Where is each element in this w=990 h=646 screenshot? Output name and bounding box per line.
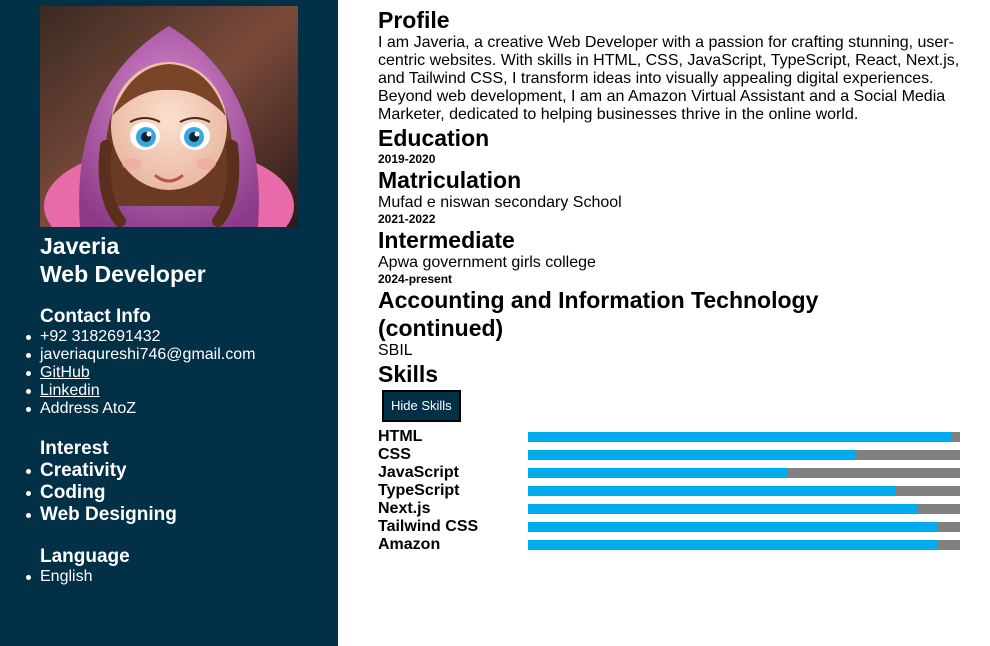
skill-bar-fill (528, 486, 896, 496)
contact-github: GitHub (25, 364, 255, 382)
profile-avatar (40, 6, 298, 227)
interest-item: Coding (26, 482, 177, 504)
skill-bar-fill (528, 432, 952, 442)
skill-name: Amazon (378, 536, 441, 553)
hide-skills-button[interactable]: Hide Skills (382, 390, 461, 422)
interest-list: Creativity Coding Web Designing (26, 460, 177, 526)
contact-linkedin: Linkedin (25, 382, 255, 400)
skill-bar-fill (528, 504, 917, 514)
education-school: Apwa government girls college (378, 254, 596, 271)
education-degree: Accounting and Information Technology (c… (378, 287, 819, 341)
contact-address: Address AtoZ (25, 400, 255, 418)
education-degree: Intermediate (378, 227, 515, 253)
profile-role: Web Developer (40, 261, 206, 287)
sidebar: Javeria Web Developer Contact Info +92 3… (0, 0, 338, 646)
skill-bar-track (528, 540, 960, 550)
skill-bar-track (528, 522, 960, 532)
education-years: 2024-present (378, 272, 453, 286)
education-school: SBIL (378, 342, 413, 359)
skill-bar-track (528, 432, 960, 442)
profile-text: I am Javeria, a creative Web Developer w… (378, 34, 960, 123)
profile-name: Javeria (40, 233, 120, 259)
interest-item: Web Designing (26, 504, 177, 525)
profile-heading: Profile (378, 7, 450, 33)
skill-row: Amazon (378, 536, 963, 554)
contact-phone: +92 3182691432 (25, 328, 255, 346)
skill-bar-track (528, 468, 960, 478)
interest-section: Interest Creativity Coding Web Designing (26, 438, 177, 526)
interest-item: Creativity (26, 460, 177, 482)
education-years: 2021-2022 (378, 212, 436, 226)
education-degree: Matriculation (378, 167, 522, 193)
interest-title: Interest (40, 438, 109, 459)
skill-bar-fill (528, 522, 939, 532)
skill-row: HTML (378, 428, 963, 446)
skill-row: TypeScript (378, 482, 963, 500)
skill-name: HTML (378, 428, 423, 445)
contact-title: Contact Info (40, 306, 151, 327)
language-section: Language English (26, 546, 130, 586)
github-link[interactable]: GitHub (40, 364, 90, 381)
skill-name: Next.js (378, 500, 431, 517)
skill-name: CSS (378, 446, 411, 463)
skill-name: TypeScript (378, 482, 460, 499)
skill-name: Tailwind CSS (378, 518, 479, 535)
education-years: 2019-2020 (378, 152, 436, 166)
language-item: English (26, 568, 130, 586)
skill-bar-fill (528, 450, 857, 460)
linkedin-link[interactable]: Linkedin (40, 382, 100, 399)
skill-bar-track (528, 504, 960, 514)
skill-bar-track (528, 450, 960, 460)
contact-list: +92 3182691432 javeriaqureshi746@gmail.c… (25, 328, 256, 418)
contact-section: Contact Info +92 3182691432 javeriaqures… (25, 306, 256, 418)
skill-row: CSS (378, 446, 963, 464)
main-content: Profile I am Javeria, a creative Web Dev… (378, 6, 963, 554)
skills-heading: Skills (378, 361, 439, 387)
name-block: Javeria Web Developer (40, 232, 206, 288)
language-list: English (26, 568, 130, 586)
skill-row: JavaScript (378, 464, 963, 482)
skill-bar-fill (528, 540, 939, 550)
skill-row: Next.js (378, 500, 963, 518)
skill-row: Tailwind CSS (378, 518, 963, 536)
language-title: Language (40, 546, 130, 567)
skills-list: HTML CSS JavaScript TypeScript Next.js Tailwi… (378, 428, 963, 554)
resume-page: Javeria Web Developer Contact Info +92 3… (0, 0, 990, 646)
contact-email: javeriaqureshi746@gmail.com (25, 346, 256, 363)
skill-bar-track (528, 486, 960, 496)
education-school: Mufad e niswan secondary School (378, 194, 622, 211)
skill-bar-fill (528, 468, 788, 478)
education-heading: Education (378, 125, 490, 151)
skill-name: JavaScript (378, 464, 459, 481)
